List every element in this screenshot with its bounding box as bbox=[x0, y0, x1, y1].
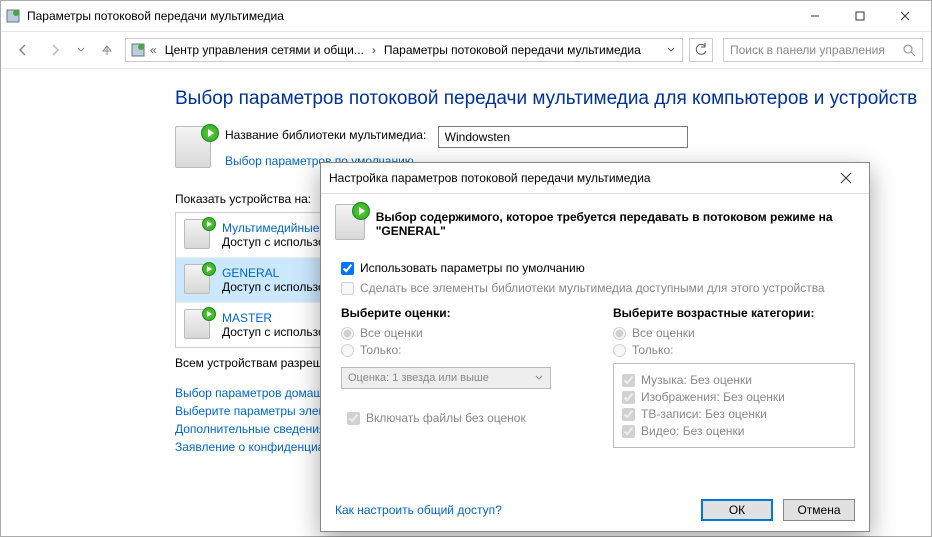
minimize-button[interactable] bbox=[792, 2, 837, 30]
breadcrumb-dropdown[interactable] bbox=[664, 45, 678, 55]
dialog-device-icon bbox=[335, 204, 366, 244]
device-icon bbox=[184, 219, 212, 251]
make-all-input bbox=[341, 282, 354, 295]
parental-column: Выберите возрастные категории: Все оценк… bbox=[613, 306, 855, 448]
search-input[interactable]: Поиск в панели управления bbox=[723, 38, 923, 62]
cancel-button[interactable]: Отмена bbox=[783, 499, 855, 521]
include-unrated-label: Включать файлы без оценок bbox=[366, 411, 526, 425]
page-heading: Выбор параметров потоковой передачи муль… bbox=[175, 87, 921, 112]
use-defaults-label: Использовать параметры по умолчанию bbox=[360, 261, 585, 275]
refresh-button[interactable] bbox=[689, 38, 713, 62]
use-defaults-checkbox[interactable]: Использовать параметры по умолчанию bbox=[341, 261, 855, 275]
library-name-input[interactable] bbox=[438, 126, 688, 148]
titlebar: Параметры потоковой передачи мультимедиа bbox=[1, 1, 931, 31]
radio-only-ratings: Только: bbox=[341, 343, 583, 357]
include-unrated-checkbox: Включать файлы без оценок bbox=[347, 411, 583, 425]
dialog-body: Выбор содержимого, которое требуется пер… bbox=[321, 193, 869, 489]
make-all-checkbox: Сделать все элементы библиотеки мультиме… bbox=[341, 281, 855, 295]
parental-ratings-box: Музыка: Без оценки Изображения: Без оцен… bbox=[613, 363, 855, 448]
help-link[interactable]: Как настроить общий доступ? bbox=[335, 503, 502, 517]
device-icon bbox=[184, 309, 212, 341]
breadcrumb-item-2[interactable]: Параметры потоковой передачи мультимедиа bbox=[380, 41, 645, 59]
ratings-column: Выберите оценки: Все оценки Только: Оцен… bbox=[341, 306, 583, 448]
search-icon bbox=[902, 43, 916, 57]
device-icon bbox=[184, 264, 212, 296]
dialog-titlebar: Настройка параметров потоковой передачи … bbox=[321, 163, 869, 193]
dialog-header: Выбор содержимого, которое требуется пер… bbox=[376, 210, 855, 238]
navbar: « Центр управления сетями и общи... › Па… bbox=[1, 31, 931, 69]
rating-video: Видео: Без оценки bbox=[622, 424, 846, 438]
rating-tv: ТВ-записи: Без оценки bbox=[622, 407, 846, 421]
up-button[interactable] bbox=[93, 36, 121, 64]
dialog-footer: Как настроить общий доступ? ОК Отмена bbox=[321, 489, 869, 531]
chevron-icon: « bbox=[148, 43, 159, 57]
dialog-close-button[interactable] bbox=[831, 166, 861, 190]
rating-combo-value: Оценка: 1 звезда или выше bbox=[348, 372, 489, 384]
breadcrumb[interactable]: « Центр управления сетями и общи... › Па… bbox=[125, 38, 683, 62]
use-defaults-input[interactable] bbox=[341, 262, 354, 275]
rating-music: Музыка: Без оценки bbox=[622, 373, 846, 387]
settings-dialog: Настройка параметров потоковой передачи … bbox=[320, 162, 870, 532]
dialog-title: Настройка параметров потоковой передачи … bbox=[329, 171, 831, 185]
breadcrumb-item-1[interactable]: Центр управления сетями и общи... bbox=[161, 41, 368, 59]
library-icon bbox=[175, 126, 215, 174]
chevron-icon: › bbox=[370, 43, 378, 57]
recent-locations-button[interactable] bbox=[73, 36, 89, 64]
ok-button[interactable]: ОК bbox=[701, 499, 773, 521]
rating-combo: Оценка: 1 звезда или выше bbox=[341, 367, 551, 389]
close-button[interactable] bbox=[882, 2, 927, 30]
ratings-head: Выберите оценки: bbox=[341, 306, 583, 320]
radio-all-parental: Все оценки bbox=[613, 326, 855, 340]
parental-head: Выберите возрастные категории: bbox=[613, 306, 855, 320]
maximize-button[interactable] bbox=[837, 2, 882, 30]
window-title: Параметры потоковой передачи мультимедиа bbox=[21, 9, 792, 23]
forward-button[interactable] bbox=[41, 36, 69, 64]
chevron-down-icon bbox=[534, 373, 544, 383]
breadcrumb-icon bbox=[130, 42, 146, 58]
radio-all-ratings: Все оценки bbox=[341, 326, 583, 340]
app-icon bbox=[5, 8, 21, 24]
rating-images: Изображения: Без оценки bbox=[622, 390, 846, 404]
back-button[interactable] bbox=[9, 36, 37, 64]
radio-only-parental: Только: bbox=[613, 343, 855, 357]
library-name-label: Название библиотеки мультимедиа: bbox=[225, 126, 426, 142]
search-placeholder: Поиск в панели управления bbox=[730, 43, 902, 57]
make-all-label: Сделать все элементы библиотеки мультиме… bbox=[360, 281, 825, 295]
